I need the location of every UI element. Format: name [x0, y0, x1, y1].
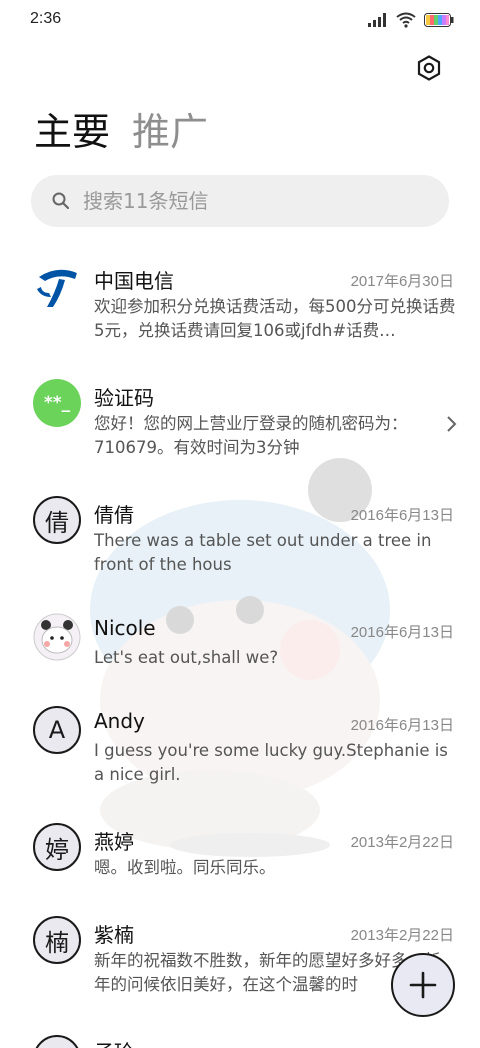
- china-telecom-logo-icon: [37, 269, 77, 307]
- status-bar: 2:36: [0, 0, 480, 40]
- settings-gear-icon[interactable]: [416, 55, 442, 81]
- bear-photo-avatar: [33, 613, 81, 661]
- tab-primary[interactable]: 主要: [34, 108, 110, 156]
- conversation-name: 验证码: [94, 386, 154, 410]
- conversation-name: 紫楠: [94, 923, 134, 947]
- new-message-button[interactable]: [391, 953, 455, 1017]
- conversation-date: 2013年2月22日: [350, 927, 454, 944]
- status-time: 2:36: [30, 10, 62, 27]
- search-icon: [52, 192, 70, 210]
- conversation-date: 2017年6月30日: [350, 273, 454, 290]
- contact-avatar: 婷: [33, 823, 81, 871]
- conversation-date: 2013年2月22日: [350, 834, 454, 851]
- conversation-preview: 您好！您的网上营业厅登录的随机密码为：710679。有效时间为3分钟: [94, 414, 408, 457]
- verification-code-avatar: **_: [33, 379, 81, 427]
- conversation-row[interactable]: 倩 倩倩 2016年6月13日 There was a table set ou…: [0, 479, 480, 589]
- conversation-name: 子玲: [94, 1036, 134, 1048]
- contact-avatar: [33, 1035, 81, 1048]
- conversation-name: Nicole: [94, 616, 156, 640]
- contact-avatar: 倩: [33, 496, 81, 544]
- signal-icon: [368, 13, 386, 27]
- conversation-preview: Let's eat out,shall we?: [94, 648, 279, 667]
- conversation-row[interactable]: 中国电信 2017年6月30日 欢迎参加积分兑换话费活动，每500分可兑换话费5…: [0, 245, 480, 355]
- category-tabs: 主要 推广: [34, 108, 208, 156]
- plus-icon: [409, 971, 437, 999]
- tab-promotions[interactable]: 推广: [132, 108, 208, 156]
- contact-avatar: A: [33, 706, 81, 754]
- conversation-row[interactable]: A Andy 2016年6月13日 I guess you're some lu…: [0, 689, 480, 799]
- conversation-date: 2016年6月13日: [350, 624, 454, 641]
- conversation-name: 燕婷: [94, 830, 134, 854]
- conversation-row[interactable]: **_ 验证码 您好！您的网上营业厅登录的随机密码为：710679。有效时间为3…: [0, 362, 480, 472]
- conversation-name: 中国电信: [94, 269, 174, 293]
- search-bar[interactable]: [31, 175, 449, 227]
- conversation-date: 2016年6月13日: [350, 717, 454, 734]
- conversation-preview: 嗯。收到啦。同乐同乐。: [94, 858, 276, 877]
- status-icons: [368, 12, 454, 28]
- search-input[interactable]: [81, 188, 405, 214]
- wifi-icon: [396, 12, 416, 28]
- conversation-name: 倩倩: [94, 503, 134, 527]
- conversation-preview: I guess you're some lucky guy.Stephanie …: [94, 741, 448, 784]
- conversation-preview: 欢迎参加积分兑换话费活动，每500分可兑换话费5元，兑换话费请回复106或jfd…: [94, 297, 456, 340]
- battery-icon: [424, 13, 454, 27]
- conversation-preview: There was a table set out under a tree i…: [94, 531, 432, 574]
- conversation-row[interactable]: 子玲: [0, 1018, 480, 1048]
- contact-avatar: 楠: [33, 916, 81, 964]
- conversation-name: Andy: [94, 709, 145, 733]
- conversation-date: 2016年6月13日: [350, 507, 454, 524]
- chevron-right-icon[interactable]: [444, 414, 458, 434]
